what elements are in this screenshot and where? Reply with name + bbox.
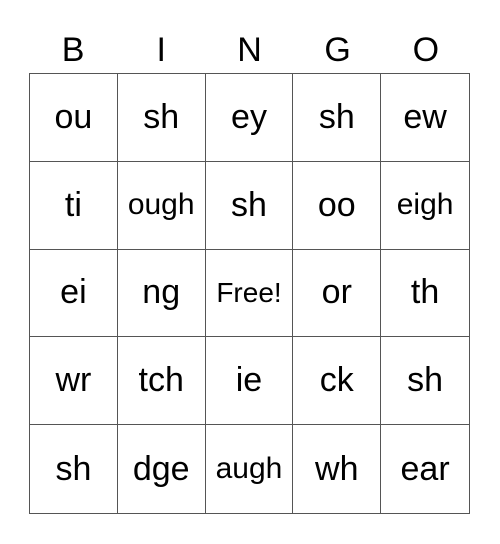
bingo-cell[interactable]: sh: [293, 74, 382, 162]
header-letter-i: I: [156, 31, 166, 69]
bingo-cell[interactable]: dge: [118, 425, 206, 513]
bingo-cell[interactable]: tch: [117, 337, 206, 426]
bingo-cell[interactable]: sh: [205, 161, 294, 250]
bingo-cell[interactable]: ear: [381, 425, 469, 513]
bingo-cell[interactable]: ie: [205, 337, 294, 426]
bingo-cell[interactable]: ti: [30, 161, 118, 250]
bingo-cell[interactable]: wr: [30, 337, 118, 426]
header-letter-b: B: [61, 31, 85, 69]
header-letter-n: N: [237, 31, 262, 69]
bingo-cell[interactable]: wh: [293, 425, 382, 513]
bingo-cell[interactable]: augh: [206, 425, 294, 513]
bingo-cell[interactable]: ough: [117, 161, 206, 250]
bingo-cell[interactable]: sh: [30, 425, 118, 513]
bingo-cell[interactable]: eigh: [381, 162, 469, 250]
bingo-header: B I N G O: [29, 28, 470, 72]
bingo-cell[interactable]: or: [293, 249, 382, 338]
bingo-cell[interactable]: sh: [117, 74, 206, 162]
bingo-cell[interactable]: oo: [293, 161, 382, 250]
bingo-cell[interactable]: ei: [30, 249, 118, 338]
bingo-cell[interactable]: ck: [293, 337, 382, 426]
bingo-cell[interactable]: ou: [30, 74, 118, 162]
header-letter-o: O: [412, 31, 440, 69]
bingo-cell[interactable]: th: [381, 250, 469, 338]
free-space-cell[interactable]: Free!: [205, 249, 294, 338]
bingo-cell[interactable]: ng: [117, 249, 206, 338]
bingo-grid: ou sh ey sh ew ti ough sh oo eigh ei ng …: [29, 73, 470, 514]
bingo-cell[interactable]: ew: [381, 74, 469, 162]
header-letter-g: G: [324, 31, 351, 69]
bingo-cell[interactable]: ey: [205, 74, 294, 162]
bingo-cell[interactable]: sh: [381, 337, 469, 426]
